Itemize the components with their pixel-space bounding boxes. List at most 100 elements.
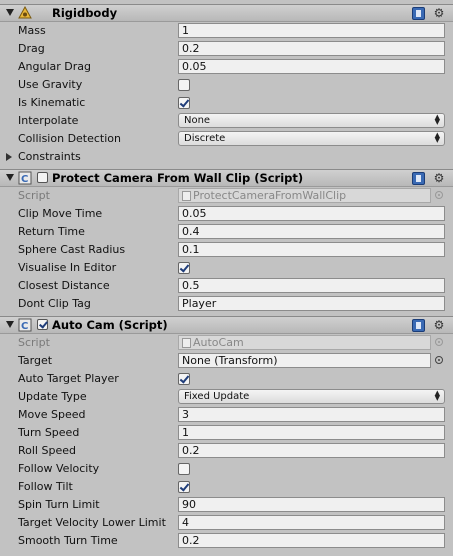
rigidbody-icon xyxy=(18,6,32,19)
field-label: Mass xyxy=(18,24,46,37)
script-row: Script AutoCam xyxy=(0,334,453,352)
mass-row: Mass 1 xyxy=(0,22,453,40)
component-title: Rigidbody xyxy=(52,6,118,20)
clip-move-time-input[interactable]: 0.05 xyxy=(178,206,445,221)
visualise-checkbox[interactable] xyxy=(178,262,190,274)
field-label: Auto Target Player xyxy=(18,372,119,385)
object-picker-icon[interactable] xyxy=(435,356,443,364)
field-label: Interpolate xyxy=(18,114,79,127)
return-time-input[interactable]: 0.4 xyxy=(178,224,445,239)
field-label: Script xyxy=(18,189,50,202)
angular-drag-row: Angular Drag 0.05 xyxy=(0,58,453,76)
follow-tilt-checkbox[interactable] xyxy=(178,481,190,493)
dropdown-value: Discrete xyxy=(184,133,226,144)
field-label: Constraints xyxy=(18,150,81,163)
smooth-turn-time-input[interactable]: 0.2 xyxy=(178,533,445,548)
angular-drag-input[interactable]: 0.05 xyxy=(178,59,445,74)
expand-arrow-icon[interactable] xyxy=(6,153,12,161)
object-picker-icon xyxy=(435,338,443,346)
field-label: Move Speed xyxy=(18,408,86,421)
return-time-row: Return Time 0.4 xyxy=(0,223,453,241)
gear-icon[interactable]: ⚙ xyxy=(431,318,447,332)
rigidbody-header[interactable]: Rigidbody ⚙ xyxy=(0,4,453,22)
help-book-icon[interactable] xyxy=(412,172,425,185)
field-label: Angular Drag xyxy=(18,60,91,73)
collision-detection-dropdown[interactable]: Discrete ▲ ▼ xyxy=(178,131,445,146)
turn-speed-row: Turn Speed 1 xyxy=(0,424,453,442)
dropdown-value: Fixed Update xyxy=(184,391,250,402)
update-type-dropdown[interactable]: Fixed Update ▲ ▼ xyxy=(178,389,445,404)
script-value: ProtectCameraFromWallClip xyxy=(193,189,347,202)
field-label: Update Type xyxy=(18,390,87,403)
script-icon: C xyxy=(18,318,32,332)
field-label: Spin Turn Limit xyxy=(18,498,100,511)
interpolate-dropdown[interactable]: None ▲ ▼ xyxy=(178,113,445,128)
field-label: Script xyxy=(18,336,50,349)
is-kinematic-row: Is Kinematic xyxy=(0,94,453,112)
field-label: Closest Distance xyxy=(18,279,110,292)
target-velocity-lower-limit-input[interactable]: 4 xyxy=(178,515,445,530)
use-gravity-row: Use Gravity xyxy=(0,76,453,94)
target-object-field[interactable]: None (Transform) xyxy=(178,353,431,368)
foldout-arrow-icon[interactable] xyxy=(6,321,14,328)
spin-turn-limit-input[interactable]: 90 xyxy=(178,497,445,512)
field-label: Visualise In Editor xyxy=(18,261,117,274)
drag-row: Drag 0.2 xyxy=(0,40,453,58)
protect-camera-header[interactable]: C Protect Camera From Wall Clip (Script)… xyxy=(0,169,453,187)
field-label: Target xyxy=(18,354,53,367)
object-picker-icon xyxy=(435,191,443,199)
script-icon: C xyxy=(18,171,32,185)
use-gravity-checkbox[interactable] xyxy=(178,79,190,91)
follow-velocity-row: Follow Velocity xyxy=(0,460,453,478)
script-row: Script ProtectCameraFromWallClip xyxy=(0,187,453,205)
spin-turn-limit-row: Spin Turn Limit 90 xyxy=(0,496,453,514)
roll-speed-input[interactable]: 0.2 xyxy=(178,443,445,458)
move-speed-row: Move Speed 3 xyxy=(0,406,453,424)
target-velocity-lower-limit-row: Target Velocity Lower Limit 4 xyxy=(0,514,453,532)
turn-speed-input[interactable]: 1 xyxy=(178,425,445,440)
component-title: Auto Cam (Script) xyxy=(52,318,168,332)
field-label: Clip Move Time xyxy=(18,207,103,220)
help-book-icon[interactable] xyxy=(412,319,425,332)
field-label: Dont Clip Tag xyxy=(18,297,91,310)
is-kinematic-checkbox[interactable] xyxy=(178,97,190,109)
follow-velocity-checkbox[interactable] xyxy=(178,463,190,475)
collision-detection-row: Collision Detection Discrete ▲ ▼ xyxy=(0,130,453,148)
field-label: Return Time xyxy=(18,225,85,238)
gear-icon[interactable]: ⚙ xyxy=(431,6,447,20)
field-label: Collision Detection xyxy=(18,132,122,145)
auto-target-checkbox[interactable] xyxy=(178,373,190,385)
component-enabled-checkbox[interactable] xyxy=(37,172,48,183)
field-label: Smooth Turn Time xyxy=(18,534,118,547)
component-enabled-checkbox[interactable] xyxy=(37,319,48,330)
script-object-field: AutoCam xyxy=(178,335,431,350)
dont-clip-tag-input[interactable]: Player xyxy=(178,296,445,311)
sphere-cast-radius-row: Sphere Cast Radius 0.1 xyxy=(0,241,453,259)
gear-icon[interactable]: ⚙ xyxy=(431,171,447,185)
foldout-arrow-icon[interactable] xyxy=(6,9,14,16)
field-label: Drag xyxy=(18,42,45,55)
clip-move-time-row: Clip Move Time 0.05 xyxy=(0,205,453,223)
smooth-turn-time-row: Smooth Turn Time 0.2 xyxy=(0,532,453,550)
closest-distance-row: Closest Distance 0.5 xyxy=(0,277,453,295)
help-book-icon[interactable] xyxy=(412,7,425,20)
component-title: Protect Camera From Wall Clip (Script) xyxy=(52,171,304,185)
script-icon xyxy=(182,191,191,201)
sphere-cast-radius-input[interactable]: 0.1 xyxy=(178,242,445,257)
mass-input[interactable]: 1 xyxy=(178,23,445,38)
field-label: Target Velocity Lower Limit xyxy=(18,516,166,529)
dropdown-arrows-icon: ▲ ▼ xyxy=(434,131,440,144)
dropdown-value: None xyxy=(184,115,211,126)
script-value: AutoCam xyxy=(193,336,244,349)
dont-clip-tag-row: Dont Clip Tag Player xyxy=(0,295,453,313)
script-object-field: ProtectCameraFromWallClip xyxy=(178,188,431,203)
drag-input[interactable]: 0.2 xyxy=(178,41,445,56)
visualise-row: Visualise In Editor xyxy=(0,259,453,277)
auto-cam-header[interactable]: C Auto Cam (Script) ⚙ xyxy=(0,316,453,334)
constraints-row[interactable]: Constraints xyxy=(0,148,453,166)
move-speed-input[interactable]: 3 xyxy=(178,407,445,422)
update-type-row: Update Type Fixed Update ▲ ▼ xyxy=(0,388,453,406)
foldout-arrow-icon[interactable] xyxy=(6,174,14,181)
svg-text:C: C xyxy=(21,321,28,332)
closest-distance-input[interactable]: 0.5 xyxy=(178,278,445,293)
